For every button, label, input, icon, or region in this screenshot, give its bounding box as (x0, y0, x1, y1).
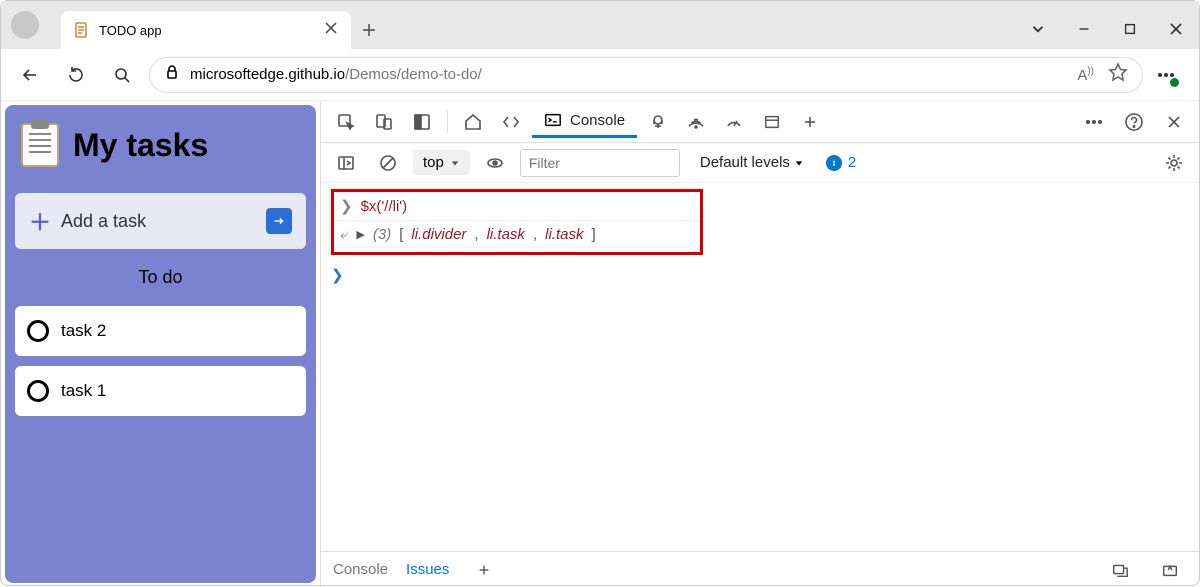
browser-tab[interactable]: TODO app (61, 11, 351, 49)
window-dropdown-button[interactable] (1015, 9, 1061, 49)
task-item[interactable]: task 1 (15, 366, 306, 416)
live-expression-button[interactable] (478, 146, 512, 180)
input-chevron-icon: ❯ (340, 197, 353, 215)
console-tab-label: Console (570, 112, 625, 129)
plus-icon: ＋ (29, 205, 51, 237)
back-button[interactable] (11, 56, 49, 94)
task-label: task 2 (61, 321, 106, 341)
console-input-text: $x('//li') (361, 198, 408, 215)
network-tab-icon[interactable] (679, 105, 713, 139)
console-settings-button[interactable] (1157, 146, 1191, 180)
add-drawer-button[interactable] (467, 553, 501, 587)
url-field[interactable]: microsoftedge.github.io/Demos/demo-to-do… (149, 57, 1143, 93)
console-prompt[interactable]: ❯ (331, 259, 1189, 287)
console-tab[interactable]: Console (532, 105, 637, 138)
clear-console-button[interactable] (371, 146, 405, 180)
lock-icon (164, 64, 180, 85)
app-header: My tasks (15, 115, 306, 183)
status-console-tab[interactable]: Console (333, 561, 388, 578)
close-window-button[interactable] (1153, 9, 1199, 49)
favorite-icon[interactable] (1108, 62, 1128, 87)
device-toggle-icon[interactable] (367, 105, 401, 139)
app-title: My tasks (73, 127, 208, 164)
console-output-line[interactable]: ⤶ ▶ (3) [li.divider, li.task, li.task] (340, 223, 694, 246)
issue-dot-icon (826, 155, 842, 171)
window-controls (1015, 9, 1199, 49)
submit-task-button[interactable] (266, 208, 292, 234)
minimize-button[interactable] (1061, 9, 1107, 49)
welcome-tab-icon[interactable] (456, 105, 490, 139)
address-bar: microsoftedge.github.io/Demos/demo-to-do… (1, 49, 1199, 101)
refresh-button[interactable] (57, 56, 95, 94)
url-text: microsoftedge.github.io/Demos/demo-to-do… (190, 66, 482, 83)
update-indicator-icon (1170, 78, 1179, 87)
expand-icon[interactable]: ▶ (356, 228, 364, 241)
help-button[interactable] (1117, 105, 1151, 139)
application-tab-icon[interactable] (755, 105, 789, 139)
console-toolbar: top Default levels 2 (321, 143, 1199, 183)
performance-tab-icon[interactable] (717, 105, 751, 139)
sources-tab-icon[interactable] (641, 105, 675, 139)
checkbox-icon[interactable] (27, 320, 49, 342)
send-feedback-icon[interactable] (1103, 553, 1137, 587)
toggle-sidebar-button[interactable] (329, 146, 363, 180)
levels-label: Default levels (700, 154, 790, 171)
issues-badge[interactable]: 2 (826, 154, 856, 171)
add-task-label: Add a task (61, 211, 256, 232)
context-dropdown[interactable]: top (413, 150, 470, 175)
whats-new-icon[interactable] (1153, 553, 1187, 587)
highlighted-region: ❯ $x('//li') ⤶ ▶ (3) [li.divider, li.tas… (331, 189, 703, 255)
issues-count: 2 (848, 154, 856, 171)
status-issues-tab[interactable]: Issues (406, 561, 449, 578)
close-icon[interactable] (323, 20, 339, 41)
output-chevron-icon: ⤶ (340, 226, 348, 243)
checkbox-icon[interactable] (27, 380, 49, 402)
inspect-icon[interactable] (329, 105, 363, 139)
console-input-line: ❯ $x('//li') (340, 194, 694, 218)
browser-titlebar: TODO app (1, 1, 1199, 49)
console-body[interactable]: ❯ $x('//li') ⤶ ▶ (3) [li.divider, li.tas… (321, 183, 1199, 551)
more-tools-button[interactable] (1077, 105, 1111, 139)
todo-app: My tasks ＋ Add a task To do task 2 task … (5, 105, 316, 583)
document-icon (73, 22, 89, 38)
log-levels-dropdown[interactable]: Default levels (700, 154, 804, 171)
prompt-chevron-icon: ❯ (331, 266, 344, 284)
maximize-button[interactable] (1107, 9, 1153, 49)
task-item[interactable]: task 2 (15, 306, 306, 356)
close-devtools-button[interactable] (1157, 105, 1191, 139)
profile-button[interactable] (1, 1, 49, 49)
dock-icon[interactable] (405, 105, 439, 139)
elements-tab-icon[interactable] (494, 105, 528, 139)
task-label: task 1 (61, 381, 106, 401)
console-filter-input[interactable] (520, 149, 680, 177)
more-button[interactable] (1151, 56, 1189, 94)
context-label: top (423, 154, 444, 171)
devtools-statusbar: Console Issues (321, 551, 1199, 587)
section-label: To do (15, 259, 306, 296)
clipboard-icon (21, 123, 59, 167)
output-count: (3) (373, 226, 391, 243)
tab-title: TODO app (99, 23, 313, 38)
add-task-input[interactable]: ＋ Add a task (15, 193, 306, 249)
read-aloud-icon[interactable]: A)) (1077, 66, 1094, 84)
devtools-tabbar: Console (321, 101, 1199, 143)
add-tab-button[interactable] (793, 105, 827, 139)
new-tab-button[interactable] (351, 11, 387, 49)
avatar-icon (11, 11, 39, 39)
search-button[interactable] (103, 56, 141, 94)
devtools-panel: Console top Default levels (320, 101, 1199, 587)
